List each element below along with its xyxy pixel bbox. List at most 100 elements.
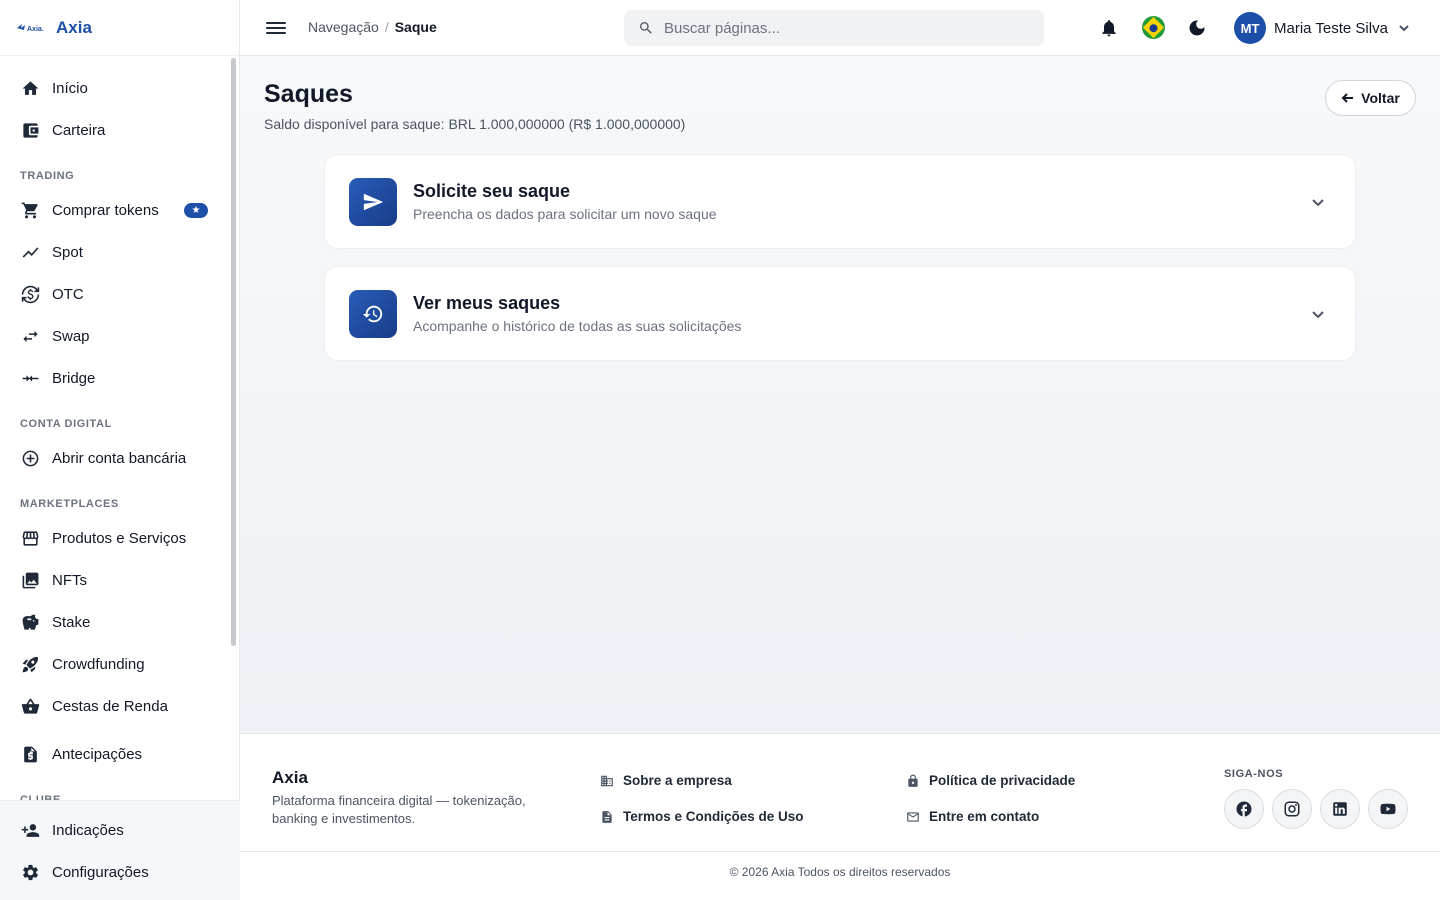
- rocket-icon: [20, 654, 40, 674]
- search-bar[interactable]: [624, 10, 1044, 46]
- sidebar-item-label: Cestas de Renda: [52, 697, 168, 715]
- star-badge-icon: ★: [184, 202, 208, 218]
- follow-us-title: SIGA-NOS: [1224, 768, 1284, 780]
- sidebar-item-label: Produtos e Serviços: [52, 529, 187, 547]
- user-name: Maria Teste Silva: [1274, 19, 1388, 37]
- hamburger-icon: [266, 22, 286, 24]
- sidebar-item-cestas[interactable]: Cestas de Renda: [0, 685, 228, 727]
- send-icon: [349, 177, 397, 226]
- sidebar-item-spot[interactable]: Spot: [0, 231, 228, 273]
- sidebar-item-abrir-conta[interactable]: Abrir conta bancária: [0, 437, 228, 479]
- card-description: Preencha os dados para solicitar um novo…: [413, 206, 717, 222]
- image-gallery-icon: [20, 570, 40, 590]
- footer-brand: Axia: [272, 768, 308, 787]
- sidebar-item-comprar-tokens[interactable]: Comprar tokens ★: [0, 189, 228, 231]
- section-title-marketplaces: MARKETPLACES: [20, 498, 119, 510]
- sidebar-item-nfts[interactable]: NFTs: [0, 559, 228, 601]
- sidebar-item-label: Antecipações: [52, 745, 143, 763]
- sidebar-item-label: OTC: [52, 285, 84, 303]
- sidebar-item-configuracoes[interactable]: Configurações: [0, 851, 240, 893]
- back-button-label: Voltar: [1361, 90, 1400, 106]
- request-withdrawal-card[interactable]: Solicite seu saque Preencha os dados par…: [324, 154, 1356, 249]
- sidebar-item-label: Bridge: [52, 369, 96, 387]
- facebook-icon[interactable]: [1224, 789, 1264, 829]
- footer-link-label: Termos e Condições de Uso: [623, 809, 804, 824]
- breadcrumb-root[interactable]: Navegação: [308, 19, 379, 35]
- footer-link-label: Entre em contato: [929, 809, 1040, 824]
- card-description: Acompanhe o histórico de todas as suas s…: [413, 318, 742, 334]
- instagram-icon[interactable]: [1272, 789, 1312, 829]
- sidebar-item-label: NFTs: [52, 571, 87, 589]
- back-button[interactable]: Voltar: [1325, 80, 1416, 116]
- topbar: Navegação / Saque MT Maria Teste Silva: [240, 0, 1440, 56]
- dark-mode-toggle[interactable]: [1186, 17, 1208, 39]
- sidebar-item-antecipacoes[interactable]: Antecipações: [0, 733, 228, 775]
- main-content: Saques Saldo disponível para saque: BRL …: [240, 56, 1440, 733]
- sidebar-item-label: Comprar tokens: [52, 201, 159, 219]
- sidebar-scrollbar[interactable]: [231, 58, 236, 646]
- footer-link-about[interactable]: Sobre a empresa: [600, 773, 732, 788]
- search-icon: [640, 22, 652, 34]
- history-icon: [349, 289, 397, 338]
- sidebar-item-inicio[interactable]: Início: [0, 67, 228, 109]
- sidebar-bottom: Indicações Configurações: [0, 800, 240, 900]
- card-title: Ver meus saques: [413, 293, 561, 313]
- sidebar-item-label: Spot: [52, 243, 83, 261]
- footer: Axia Plataforma financeira digital — tok…: [240, 733, 1440, 900]
- moon-icon: [1189, 20, 1205, 36]
- footer-link-contact[interactable]: Entre em contato: [906, 809, 1039, 824]
- footer-divider: [240, 851, 1440, 852]
- youtube-icon[interactable]: [1368, 789, 1408, 829]
- sidebar-item-stake[interactable]: Stake: [0, 601, 228, 643]
- sidebar-item-carteira[interactable]: Carteira: [0, 109, 228, 151]
- wallet-icon: [20, 120, 40, 140]
- sidebar: Axia. Axia Início Carteira TRADING Compr…: [0, 0, 240, 900]
- bell-icon: [1102, 20, 1116, 37]
- home-icon: [20, 78, 40, 98]
- sidebar-item-label: Configurações: [52, 863, 149, 881]
- arrow-left-icon: [1341, 93, 1354, 103]
- footer-link-label: Política de privacidade: [929, 773, 1076, 788]
- section-title-clube: CLUBE: [20, 794, 61, 800]
- footer-link-privacy[interactable]: Política de privacidade: [906, 773, 1075, 788]
- copyright: © 2026 Axia Todos os direitos reservados: [729, 865, 951, 879]
- add-circle-icon: [20, 448, 40, 468]
- document-icon: [602, 810, 612, 823]
- language-brazil-flag-icon[interactable]: [1142, 16, 1165, 39]
- section-title-trading: TRADING: [20, 170, 75, 182]
- mail-icon: [907, 811, 919, 822]
- sidebar-item-label: Crowdfunding: [52, 655, 145, 673]
- search-input[interactable]: [664, 19, 1004, 37]
- withdrawal-history-card[interactable]: Ver meus saques Acompanhe o histórico de…: [324, 266, 1356, 361]
- chevron-down-icon: [1399, 25, 1409, 32]
- sidebar-item-produtos[interactable]: Produtos e Serviços: [0, 517, 228, 559]
- lock-icon: [908, 774, 918, 787]
- sidebar-item-label: Carteira: [52, 121, 106, 139]
- trend-icon: [20, 242, 40, 262]
- sidebar-item-crowdfunding[interactable]: Crowdfunding: [0, 643, 228, 685]
- avatar: MT: [1234, 12, 1266, 44]
- cart-icon: [20, 200, 40, 220]
- linkedin-icon[interactable]: [1320, 789, 1360, 829]
- swap-icon: [20, 326, 40, 346]
- footer-description: Plataforma financeira digital — tokeniza…: [272, 793, 526, 826]
- chevron-down-icon[interactable]: [1311, 195, 1325, 209]
- sidebar-item-otc[interactable]: OTC: [0, 273, 228, 315]
- sidebar-item-indicacoes[interactable]: Indicações: [0, 809, 240, 851]
- sidebar-item-swap[interactable]: Swap: [0, 315, 228, 357]
- sidebar-item-label: Stake: [52, 613, 91, 631]
- brand[interactable]: Axia. Axia: [0, 0, 239, 56]
- sidebar-item-label: Abrir conta bancária: [52, 449, 187, 467]
- notifications-button[interactable]: [1098, 17, 1120, 39]
- menu-toggle-button[interactable]: [266, 18, 286, 38]
- piggy-bank-icon: [20, 612, 40, 632]
- footer-link-terms[interactable]: Termos e Condições de Uso: [600, 809, 804, 824]
- person-add-icon: [20, 820, 40, 840]
- sidebar-item-label: Indicações: [52, 821, 124, 839]
- user-menu[interactable]: MT Maria Teste Silva: [1234, 12, 1410, 44]
- chevron-down-icon[interactable]: [1311, 307, 1325, 321]
- breadcrumb: Navegação / Saque: [308, 19, 437, 35]
- sidebar-item-bridge[interactable]: Bridge: [0, 357, 228, 399]
- sidebar-item-label: Swap: [52, 327, 90, 345]
- logo-text: Axia.: [27, 26, 44, 33]
